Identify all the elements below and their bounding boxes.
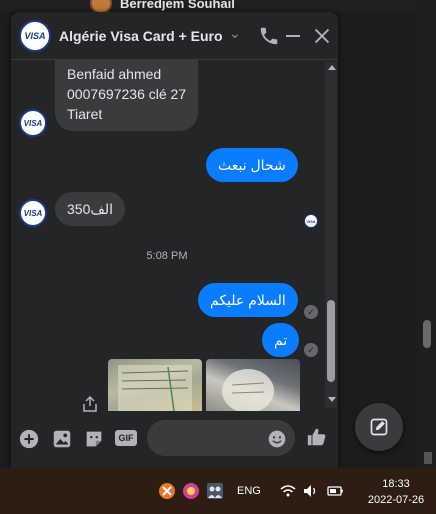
sender-avatar-label: VISA: [23, 118, 43, 128]
photo-content: [118, 365, 192, 411]
scroll-up-arrow-icon[interactable]: [328, 65, 336, 70]
photo-attachment[interactable]: [108, 359, 202, 411]
message-input[interactable]: [147, 420, 295, 456]
seen-avatar-icon: VISA: [304, 214, 318, 228]
message-bubble-incoming[interactable]: Benfaid ahmed 0007697236 clé 27 Tiaret: [55, 60, 199, 131]
clock-date: 2022-07-26: [367, 494, 425, 506]
taskbar: ENG 18:33 2022-07-26: [0, 468, 436, 514]
chat-header: VISA Algérie Visa Card + Euro ⌄: [11, 12, 338, 60]
message-bubble-incoming[interactable]: 350الف: [55, 192, 126, 226]
message-composer: GIF: [11, 416, 338, 468]
message-list: Benfaid ahmed 0007697236 clé 27 Tiaret V…: [11, 60, 338, 412]
sender-avatar[interactable]: VISA: [19, 109, 47, 137]
background-contact[interactable]: Berredjem Souhail: [90, 0, 235, 14]
chevron-down-icon[interactable]: ⌄: [229, 25, 241, 42]
message-bubble-outgoing[interactable]: تم: [262, 323, 300, 357]
media-app-icon[interactable]: [182, 482, 200, 500]
chat-avatar[interactable]: VISA: [19, 20, 51, 52]
background-contact-name: Berredjem Souhail: [120, 0, 235, 11]
chat-window: VISA Algérie Visa Card + Euro ⌄ Benfaid …: [11, 12, 338, 468]
message-bubble-outgoing[interactable]: السلام عليكم: [198, 283, 298, 317]
chat-title[interactable]: Algérie Visa Card + Euro: [59, 28, 223, 44]
message-bubble-outgoing[interactable]: شحال نبعث: [206, 148, 298, 182]
scroll-down-arrow-icon[interactable]: [328, 397, 336, 402]
new-message-button[interactable]: [355, 403, 403, 451]
phone-icon[interactable]: [258, 25, 280, 47]
thumbs-up-icon[interactable]: [306, 426, 328, 448]
battery-icon[interactable]: [326, 482, 344, 500]
chat-scrollbar-thumb[interactable]: [327, 300, 335, 382]
message-line: Benfaid ahmed: [67, 66, 162, 82]
photo-content: [222, 369, 274, 411]
photo-attachment[interactable]: [206, 359, 300, 411]
page-scrollbar[interactable]: [418, 0, 436, 468]
time-separator: 5:08 PM: [146, 250, 188, 262]
sender-avatar-label: VISA: [23, 208, 43, 218]
sticker-icon[interactable]: [83, 428, 105, 450]
language-indicator[interactable]: ENG: [237, 485, 261, 497]
gif-button[interactable]: GIF: [115, 430, 137, 446]
volume-icon[interactable]: [302, 482, 320, 500]
wifi-icon[interactable]: [279, 482, 297, 500]
share-icon[interactable]: [83, 396, 97, 412]
plus-circle-icon[interactable]: [18, 428, 40, 450]
message-line: Tiaret: [67, 106, 103, 122]
page-scrollbar-end: [424, 452, 432, 464]
emoji-icon[interactable]: [267, 429, 287, 449]
people-app-icon[interactable]: [206, 482, 224, 500]
minimize-icon[interactable]: [286, 35, 300, 37]
tray-app-icon[interactable]: [158, 482, 176, 500]
sender-avatar[interactable]: VISA: [19, 199, 47, 227]
image-icon[interactable]: [51, 428, 73, 450]
clock-time: 18:33: [382, 478, 410, 490]
message-line: 0007697236 clé 27: [67, 86, 187, 102]
chat-avatar-label: VISA: [24, 31, 46, 41]
sent-check-icon: ✓: [304, 305, 318, 319]
close-icon[interactable]: [311, 25, 333, 47]
seen-avatar-label: VISA: [306, 218, 316, 224]
clock[interactable]: 18:33 2022-07-26: [360, 476, 432, 508]
page-scrollbar-thumb[interactable]: [423, 320, 431, 348]
compose-icon: [370, 418, 388, 436]
sent-check-icon: ✓: [304, 343, 318, 357]
